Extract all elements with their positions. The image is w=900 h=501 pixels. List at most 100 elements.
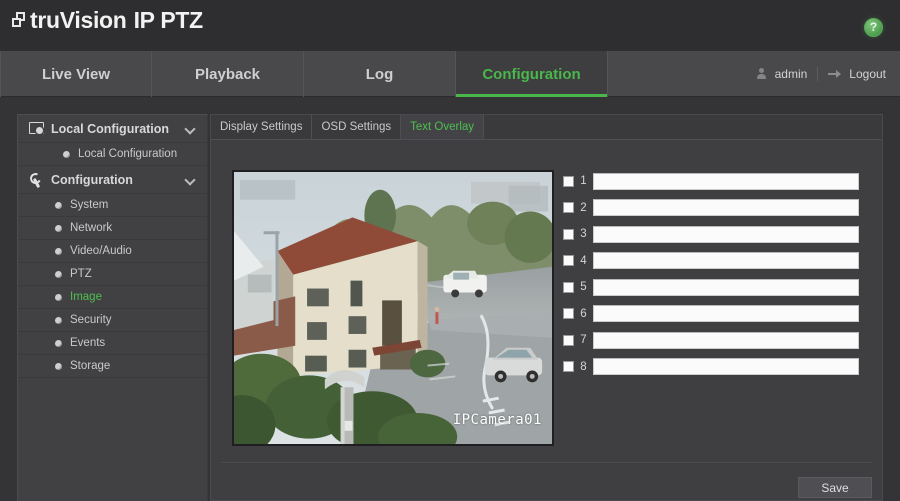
logout-arrow-icon[interactable] [828,68,842,80]
overlay-row-1: 1 [563,171,859,191]
sidebar-item-ptz[interactable]: PTZ [18,263,207,286]
footer-divider [221,462,872,463]
brand-name: truVision IP PTZ [30,9,203,32]
sidebar-item-local-configuration[interactable]: Local Configuration [18,143,207,166]
sidebar-item-label: Network [70,222,113,234]
overlay-checkbox-8[interactable] [563,361,574,372]
overlay-checkbox-5[interactable] [563,281,574,293]
sidebar-item-label: Security [70,314,112,326]
overlay-text-input-3[interactable] [593,225,859,243]
chevron-down-icon[interactable] [184,174,196,186]
overlay-text-input-4[interactable] [593,252,859,269]
overlay-row-6: 6 [563,304,859,324]
overlay-checkbox-6[interactable] [563,308,574,319]
logout-link[interactable]: Logout [849,67,886,81]
osd-overlay-text: IPCamera01 [452,412,542,428]
overlay-row-number: 1 [580,175,587,187]
sidebar-item-system[interactable]: System [18,194,207,217]
sidebar-item-label: Local Configuration [78,148,178,160]
overlay-checkbox-4[interactable] [563,255,574,266]
bullet-icon [55,339,62,347]
bullet-icon [55,201,62,209]
camera-preview[interactable]: IPCamera01 [232,170,554,446]
sidebar-item-video-audio[interactable]: Video/Audio [18,240,207,263]
sidebar-item-network[interactable]: Network [18,217,207,240]
save-button[interactable]: Save [798,477,872,498]
tab-playback[interactable]: Playback [152,51,304,97]
divider [817,67,819,81]
sidebar-item-label: PTZ [70,268,92,280]
text-overlay-form: IPCamera01 1 2 3 4 5 6 7 8 Save [211,140,882,501]
sidebar-group-local-configuration[interactable]: Local Configuration [18,115,207,143]
sidebar-item-label: Video/Audio [70,245,132,257]
overlay-row-7: 7 [563,330,859,350]
chevron-down-icon[interactable] [184,123,196,135]
sidebar-item-label: Image [70,291,102,303]
sidebar-group-configuration[interactable]: Configuration [18,166,207,194]
bullet-icon [55,362,62,370]
wrench-icon [29,173,44,187]
bullet-icon [55,316,62,324]
app-header: truVision IP PTZ ? [0,0,900,51]
brand-secondary: IP PTZ [133,7,204,33]
brand-primary: truVision [30,7,127,33]
overlay-text-input-1[interactable] [593,172,859,190]
app-window: truVision IP PTZ ? Live View Playback Log… [0,0,900,501]
brand-logo: truVision IP PTZ [11,9,203,32]
bullet-icon [55,224,62,232]
user-session-area: admin Logout [755,51,886,97]
overlay-text-input-2[interactable] [593,199,859,216]
overlay-checkbox-7[interactable] [563,334,574,346]
overlay-text-input-5[interactable] [593,278,859,296]
overlay-row-4: 4 [563,251,859,271]
bullet-icon [55,247,62,255]
sidebar-item-label: Storage [70,360,111,372]
overlay-text-rows: 1 2 3 4 5 6 7 8 [563,171,859,383]
overlay-checkbox-2[interactable] [563,202,574,213]
overlay-checkbox-3[interactable] [563,228,574,240]
overlay-row-3: 3 [563,224,859,244]
bullet-icon [55,270,62,278]
tab-text-overlay[interactable]: Text Overlay [401,115,485,139]
bullet-icon [55,293,62,301]
tab-osd-settings[interactable]: OSD Settings [312,115,402,139]
sidebar-item-security[interactable]: Security [18,309,207,332]
overlay-text-input-8[interactable] [593,358,859,375]
sidebar-item-storage[interactable]: Storage [18,355,207,378]
sidebar-item-label: Events [70,337,106,349]
main-navigation: Live View Playback Log Configuration adm… [0,51,900,97]
stacked-squares-icon [11,12,29,32]
content-tabstrip: Display Settings OSD Settings Text Overl… [211,115,882,140]
username-label: admin [774,67,808,81]
help-icon[interactable]: ? [864,18,883,37]
tab-live-view[interactable]: Live View [0,51,152,97]
overlay-row-8: 8 [563,357,859,377]
sidebar: Local Configuration Local Configuration … [17,114,208,501]
overlay-row-5: 5 [563,277,859,297]
tab-log[interactable]: Log [304,51,456,97]
tab-display-settings[interactable]: Display Settings [211,115,313,139]
overlay-row-number: 2 [580,201,587,214]
sidebar-item-events[interactable]: Events [18,332,207,355]
overlay-row-number: 6 [580,307,587,320]
page-body: Local Configuration Local Configuration … [0,97,900,501]
camera-preview-image [234,172,552,444]
overlay-row-number: 4 [580,254,587,267]
sidebar-group-label: Local Configuration [51,121,170,136]
sidebar-item-image[interactable]: Image [18,286,207,309]
overlay-text-input-7[interactable] [593,331,859,349]
sidebar-group-label: Configuration [51,172,133,187]
overlay-checkbox-1[interactable] [563,175,574,187]
tab-configuration[interactable]: Configuration [456,51,608,97]
overlay-row-number: 8 [580,360,587,373]
sidebar-item-label: System [70,199,109,211]
bullet-icon [63,150,70,158]
overlay-row-number: 7 [580,334,587,346]
overlay-text-input-6[interactable] [593,305,859,322]
overlay-row-2: 2 [563,198,859,218]
monitor-gear-icon [29,122,44,135]
overlay-row-number: 5 [580,281,587,293]
overlay-row-number: 3 [580,228,587,240]
content-panel: Display Settings OSD Settings Text Overl… [210,114,883,501]
person-icon [755,67,768,81]
